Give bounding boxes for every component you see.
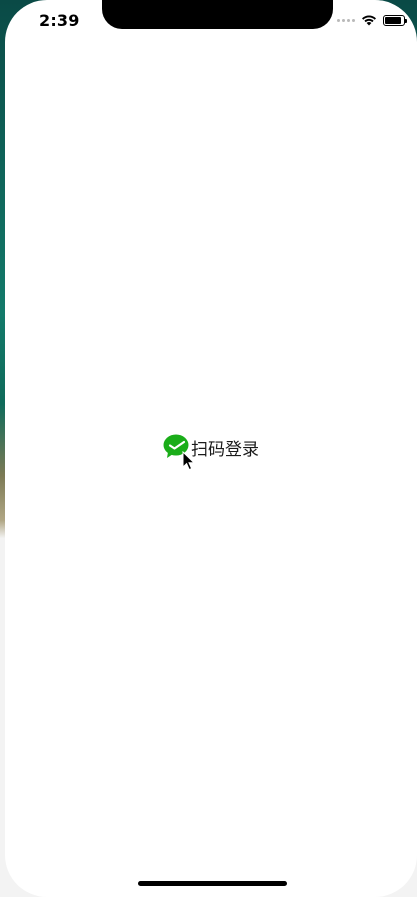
cellular-signal-icon	[337, 18, 355, 22]
wifi-icon	[362, 15, 376, 26]
qr-login-label: 扫码登录	[191, 439, 259, 460]
battery-fill	[385, 16, 402, 24]
phone-screen: 2:39 扫码登录	[5, 0, 417, 897]
qr-login-button[interactable]: 扫码登录	[162, 432, 259, 462]
status-time: 2:39	[39, 11, 80, 30]
home-indicator[interactable]	[138, 881, 287, 886]
device-notch	[102, 0, 333, 29]
battery-icon	[383, 14, 407, 26]
status-icons	[337, 12, 407, 28]
mouse-pointer-icon	[182, 451, 196, 471]
